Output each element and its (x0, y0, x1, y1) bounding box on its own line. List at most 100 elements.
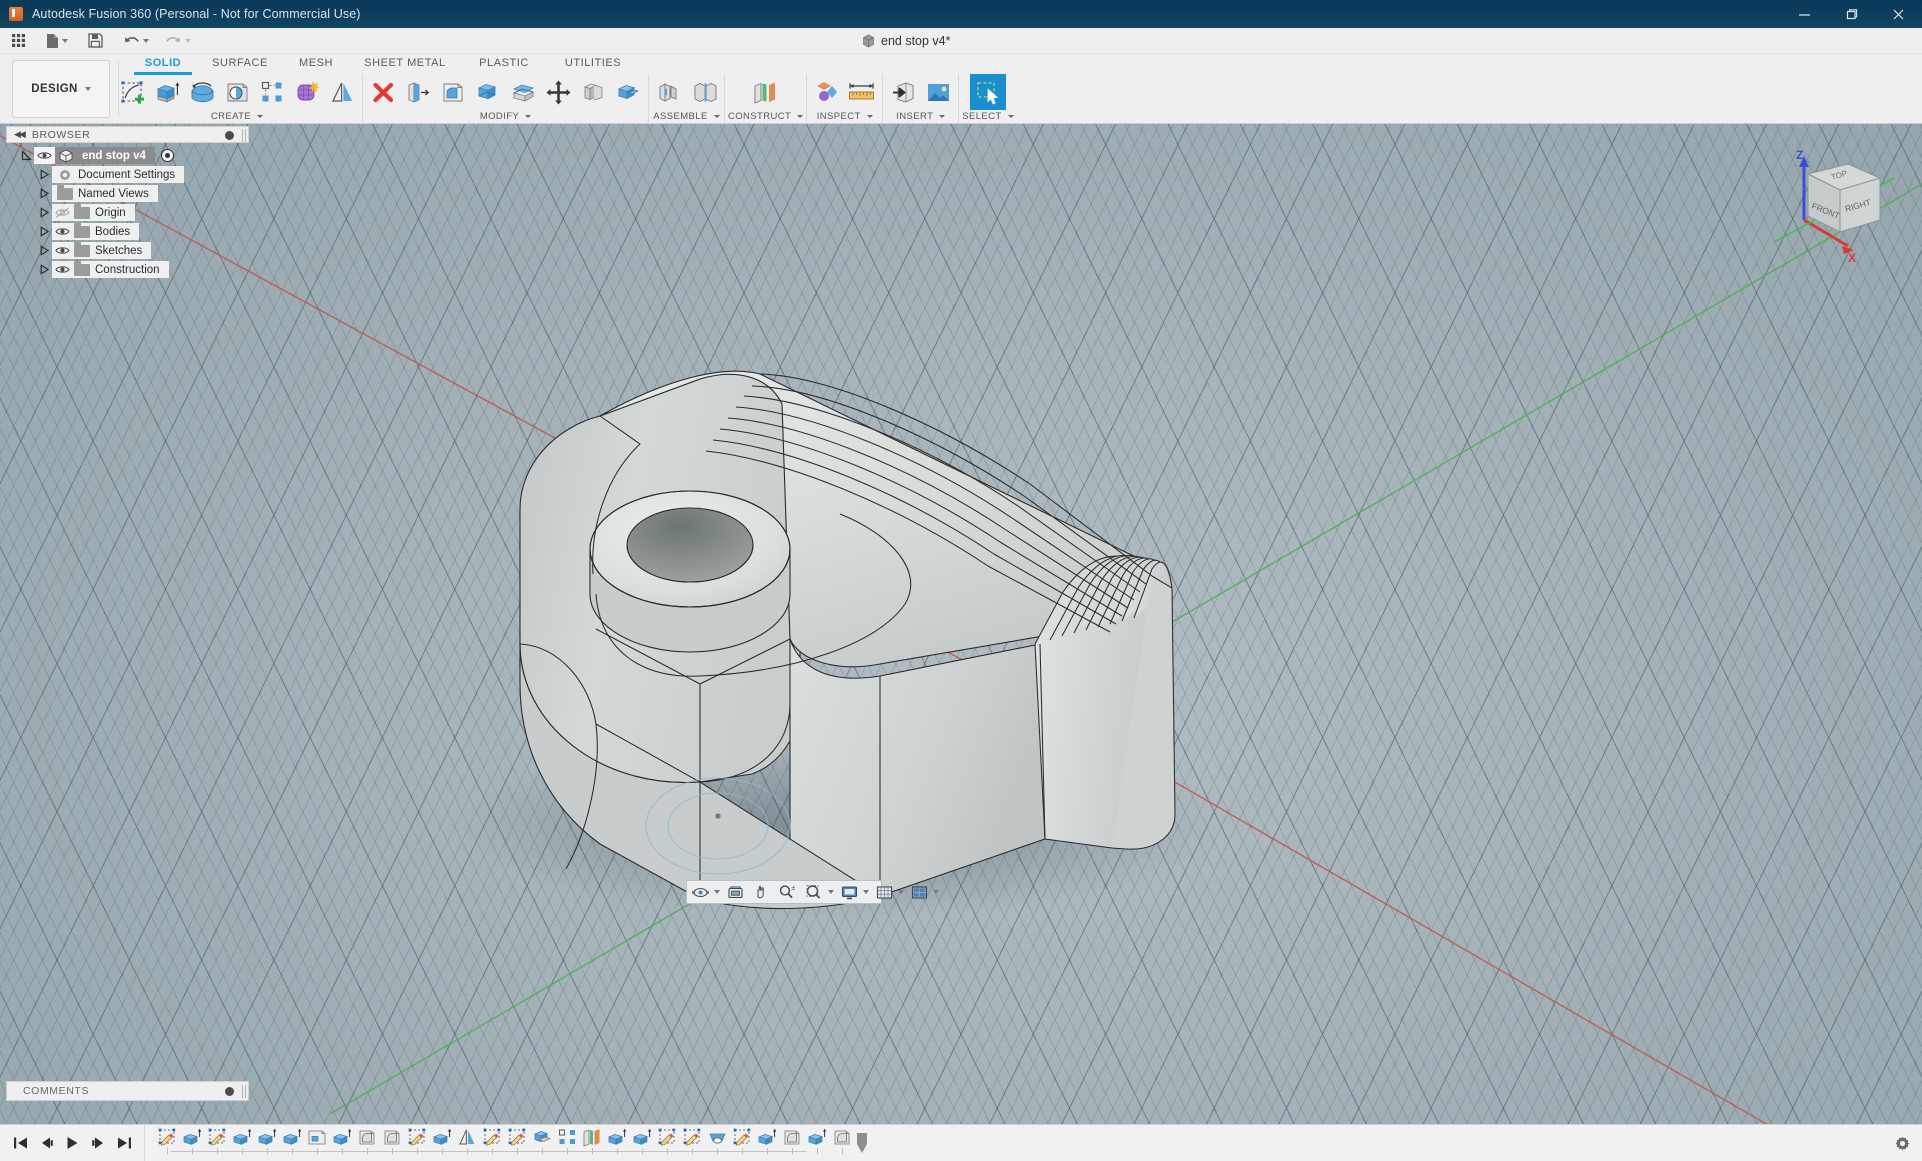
timeline-item-fillet[interactable] (780, 1125, 805, 1161)
split-body-icon[interactable] (576, 75, 610, 109)
step-back-icon[interactable] (34, 1128, 58, 1158)
display-settings-icon[interactable] (839, 881, 860, 903)
timeline-item-sketch[interactable] (155, 1125, 180, 1161)
timeline-item-revolve[interactable] (705, 1125, 730, 1161)
redo-icon[interactable] (160, 29, 196, 53)
measure-icon[interactable] (845, 75, 879, 109)
viewports-caret-icon[interactable] (933, 890, 939, 894)
viewports-icon[interactable] (909, 881, 930, 903)
extrude-icon[interactable] (150, 75, 184, 109)
model-end-stop-v4[interactable] (0, 124, 1922, 1124)
insert-derive-icon[interactable] (886, 75, 920, 109)
timeline-item-sketch[interactable] (505, 1125, 530, 1161)
ribbon-group-modify-label[interactable]: MODIFY (480, 110, 532, 123)
fillet-icon[interactable] (436, 75, 470, 109)
hole-icon[interactable] (220, 75, 254, 109)
rectangular-pattern-icon[interactable] (255, 75, 289, 109)
zoom-window-icon[interactable] (803, 881, 825, 903)
offset-face-icon[interactable] (506, 75, 540, 109)
go-to-end-icon[interactable] (112, 1128, 136, 1158)
comments-panel[interactable]: COMMENTS (6, 1081, 249, 1101)
go-to-beginning-icon[interactable] (8, 1128, 32, 1158)
orbit-icon[interactable] (690, 881, 711, 903)
document-tab[interactable]: end stop v4* (862, 28, 951, 54)
ribbon-group-select-label[interactable]: SELECT (962, 110, 1014, 123)
timeline-item-sketch[interactable] (405, 1125, 430, 1161)
expander-collapsed-icon[interactable] (38, 263, 51, 276)
browser-item-named-views[interactable]: Named Views (52, 184, 158, 202)
timeline-item-extrude[interactable] (630, 1125, 655, 1161)
browser-item-end-stop-v4[interactable]: end stop v4 (55, 147, 155, 164)
browser-resize-grip[interactable] (242, 129, 246, 142)
expander-collapsed-icon[interactable] (38, 244, 51, 257)
form-icon[interactable] (290, 75, 324, 109)
browser-item-bodies[interactable]: Bodies (52, 222, 140, 240)
timeline-item-sketch[interactable] (205, 1125, 230, 1161)
browser-item-document-settings[interactable]: Document Settings (52, 166, 185, 183)
visibility-toggle-icon[interactable] (52, 226, 73, 237)
expander-collapsed-icon[interactable] (38, 187, 51, 200)
display-settings-caret-icon[interactable] (863, 890, 869, 894)
browser-row-document-settings[interactable]: Document Settings (6, 165, 249, 184)
timeline-track[interactable] (145, 1125, 1882, 1161)
workspace-selector[interactable]: DESIGN (12, 60, 110, 118)
minimize-button[interactable] (1781, 0, 1828, 28)
zoom-icon[interactable]: ± (776, 881, 798, 903)
ribbon-group-construct-label[interactable]: CONSTRUCT (728, 110, 804, 123)
browser-row-named-views[interactable]: Named Views (6, 184, 249, 203)
browser-row-sketches[interactable]: Sketches (6, 241, 249, 260)
browser-row-root[interactable]: end stop v4 (6, 146, 249, 165)
pan-icon[interactable] (751, 881, 771, 903)
tab-mesh[interactable]: MESH (282, 54, 350, 73)
timeline-item-extrude[interactable] (755, 1125, 780, 1161)
expander-collapsed-icon[interactable] (38, 168, 51, 181)
3d-viewport[interactable]: Z X TOP FRONT RIGHT ± (0, 124, 1922, 1124)
timeline-item-extrude[interactable] (330, 1125, 355, 1161)
delete-icon[interactable] (366, 75, 400, 109)
new-component-icon[interactable] (652, 75, 686, 109)
app-grid-icon[interactable] (6, 29, 31, 53)
undo-icon[interactable] (118, 29, 154, 53)
timeline-item-sketch[interactable] (730, 1125, 755, 1161)
play-icon[interactable] (60, 1128, 84, 1158)
tab-plastic[interactable]: PLASTIC (460, 54, 548, 73)
browser-row-construction[interactable]: Construction (6, 260, 249, 279)
timeline-item-pattern[interactable] (555, 1125, 580, 1161)
tab-solid[interactable]: SOLID (128, 54, 198, 75)
double-left-arrow-icon[interactable]: ◀◀ (14, 129, 26, 140)
browser-item-sketches[interactable]: Sketches (52, 241, 152, 259)
tab-utilities[interactable]: UTILITIES (548, 54, 638, 73)
timeline-settings-button[interactable] (1882, 1135, 1922, 1152)
ribbon-group-inspect-label[interactable]: INSPECT (817, 110, 873, 123)
timeline-item-fillet[interactable] (380, 1125, 405, 1161)
select-icon[interactable] (969, 74, 1006, 110)
expander-collapsed-icon[interactable] (38, 225, 51, 238)
restore-button[interactable] (1828, 0, 1875, 28)
revolve-icon[interactable] (185, 75, 219, 109)
shell-icon[interactable] (471, 75, 505, 109)
timeline-item-combine[interactable] (530, 1125, 555, 1161)
grid-snaps-icon[interactable] (874, 881, 895, 903)
timeline-item-fillet[interactable] (830, 1125, 855, 1161)
look-at-icon[interactable] (725, 881, 746, 903)
timeline-item-extrude[interactable] (805, 1125, 830, 1161)
visibility-toggle-icon[interactable] (34, 147, 55, 164)
timeline-item-mirror[interactable] (455, 1125, 480, 1161)
timeline-item-extrude[interactable] (430, 1125, 455, 1161)
canvas-image-icon[interactable] (921, 75, 955, 109)
ribbon-group-create-label[interactable]: CREATE (211, 110, 264, 123)
save-icon[interactable] (83, 29, 108, 53)
mirror-icon[interactable] (325, 75, 359, 109)
move-copy-icon[interactable] (541, 75, 575, 109)
timeline-item-extrude[interactable] (180, 1125, 205, 1161)
timeline-item-fillet[interactable] (355, 1125, 380, 1161)
offset-plane-icon[interactable] (746, 75, 786, 109)
step-forward-icon[interactable] (86, 1128, 110, 1158)
visibility-toggle-icon[interactable] (52, 264, 73, 275)
browser-item-construction[interactable]: Construction (52, 260, 169, 278)
browser-row-origin[interactable]: Origin (6, 203, 249, 222)
timeline-item-extrude[interactable] (230, 1125, 255, 1161)
orbit-caret-icon[interactable] (714, 890, 720, 894)
view-cube[interactable]: Z X TOP FRONT RIGHT (1773, 142, 1895, 267)
timeline-item-sketch[interactable] (480, 1125, 505, 1161)
